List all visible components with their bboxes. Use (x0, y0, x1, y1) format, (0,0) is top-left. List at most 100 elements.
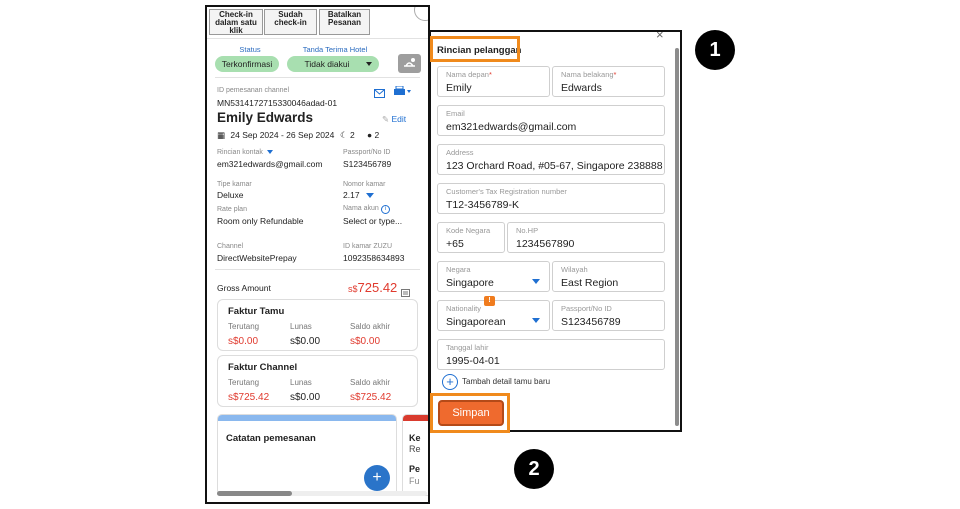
room-number-select[interactable]: 2.17 (343, 190, 374, 200)
rate-plan-value: Room only Refundable (217, 216, 304, 226)
passport-value: S123456789 (343, 159, 392, 169)
tax-registration-value: T12-3456789-K (446, 199, 519, 211)
phone-field[interactable]: No.HP 1234567890 (507, 222, 665, 253)
balance-label: Saldo akhir (350, 378, 391, 387)
contact-email: em321edwards@gmail.com (217, 159, 323, 169)
gross-amount-value: 725.42 (357, 280, 398, 295)
add-guest-icon[interactable]: + (442, 374, 458, 390)
address-field[interactable]: Address 123 Orchard Road, #05-67, Singap… (437, 144, 665, 175)
contact-label-text: Rincian kontak (217, 149, 263, 156)
title-highlight-box (430, 36, 520, 62)
channel-booking-id-label: ID pemesanan channel (217, 87, 289, 94)
channel-paid: s$0.00 (290, 392, 321, 403)
channel-balance: s$725.42 (350, 392, 392, 403)
paid-label: Lunas (290, 378, 312, 387)
passport-value: S123456789 (561, 316, 621, 328)
gross-amount-currency: s$ (348, 284, 358, 294)
horizontal-scrollbar[interactable] (217, 491, 427, 496)
country-code-label: Kode Negara (446, 226, 491, 235)
save-highlight-box (430, 393, 510, 433)
passport-field[interactable]: Passport/No ID S123456789 (552, 300, 665, 331)
guest-detail-form: Rincian pelanggan × Nama depan* Emily Na… (429, 30, 682, 432)
moon-icon: ☾ (340, 130, 348, 140)
booking-notes-card[interactable]: Catatan pemesanan + (217, 414, 397, 496)
email-icon[interactable] (374, 85, 385, 103)
country-code-value: +65 (446, 238, 464, 250)
country-value: Singapore (446, 277, 494, 289)
outstanding-label: Terutang (228, 322, 260, 331)
edit-link[interactable]: ✎ Edit (382, 114, 406, 125)
calendar-icon: ▦ (217, 130, 226, 140)
status-label: Status (239, 45, 261, 54)
person-icon: ● (367, 130, 373, 140)
close-icon[interactable]: × (656, 32, 664, 42)
channel-booking-id: MN5314172715330046adad-01 (217, 98, 338, 108)
pencil-icon: ✎ (382, 114, 390, 124)
partial-card-accent (403, 415, 428, 421)
print-icon[interactable] (394, 84, 412, 102)
channel-invoice-card: Faktur Channel Terutang Lunas Saldo akhi… (217, 355, 418, 407)
hotel-receipt-dropdown[interactable]: Tidak diakui (287, 56, 379, 72)
country-select[interactable]: Negara Singapore (437, 261, 550, 292)
zuzu-id-label: ID kamar ZUZU (343, 243, 392, 250)
partial-card[interactable]: Ke Re Pe Fu (402, 414, 428, 496)
email-field[interactable]: Email em321edwards@gmail.com (437, 105, 665, 136)
region-field[interactable]: Wilayah East Region (552, 261, 665, 292)
balance-label: Saldo akhir (350, 322, 391, 331)
booking-notes-title: Catatan pemesanan (226, 433, 316, 444)
edit-label: Edit (391, 114, 407, 124)
first-name-field[interactable]: Nama depan* Emily (437, 66, 550, 97)
rate-plan-label: Rate plan (217, 206, 247, 213)
room-type-label: Tipe kamar (217, 181, 252, 188)
caret-down-icon (365, 193, 374, 198)
country-code-field[interactable]: Kode Negara +65 (437, 222, 505, 253)
caret-down-icon (266, 150, 273, 154)
address-label: Address (446, 148, 474, 157)
partial-card-line: Ke (409, 433, 421, 443)
cancel-order-button[interactable]: Batalkan Pesanan (319, 9, 370, 35)
room-type-value: Deluxe (217, 190, 244, 200)
room-number-value: 2.17 (343, 190, 360, 200)
gross-amount: s$725.42 (348, 279, 397, 297)
zuzu-id-value: 1092358634893 (343, 253, 405, 263)
panel-close-circle[interactable] (414, 7, 428, 21)
last-name-value: Edwards (561, 82, 602, 94)
scrollbar-thumb[interactable] (217, 491, 292, 496)
add-guest-label[interactable]: Tambah detail tamu baru (462, 377, 550, 386)
first-name-value: Emily (446, 82, 472, 94)
add-note-button[interactable]: + (364, 465, 390, 491)
info-icon[interactable]: i (380, 205, 390, 214)
stay-dates-row: ▦ 24 Sep 2024 - 26 Sep 2024 (217, 130, 334, 141)
last-name-field[interactable]: Nama belakang* Edwards (552, 66, 665, 97)
region-value: East Region (561, 277, 619, 289)
address-value: 123 Orchard Road, #05-67, Singapore 2388… (446, 160, 663, 172)
partial-card-line: Re (409, 444, 421, 454)
channel-value: DirectWebsitePrepay (217, 253, 297, 263)
housekeeping-icon[interactable] (398, 54, 421, 73)
account-name-label-text: Nama akun (343, 205, 379, 212)
tax-registration-field[interactable]: Customer's Tax Registration number T12-3… (437, 183, 665, 214)
date-of-birth-value: 1995-04-01 (446, 355, 500, 367)
checked-in-button[interactable]: Sudah check-in (264, 9, 317, 35)
phone-label: No.HP (516, 226, 539, 235)
hotel-receipt-value: Tidak diakui (304, 59, 350, 69)
step-badge-1: 1 (695, 30, 735, 70)
booking-detail-panel: Check-in dalam satu klik Sudah check-in … (205, 5, 430, 504)
account-name-input[interactable]: Select or type... (343, 216, 402, 226)
date-of-birth-field[interactable]: Tanggal lahir 1995-04-01 (437, 339, 665, 370)
warning-icon: ! (484, 296, 495, 306)
country-label: Negara (446, 265, 471, 274)
status-pill: Terkonfirmasi (215, 56, 279, 72)
last-name-label: Nama belakang (561, 70, 614, 79)
checkin-one-click-button[interactable]: Check-in dalam satu klik (209, 9, 263, 35)
guest-invoice-title: Faktur Tamu (228, 306, 285, 317)
required-mark: * (613, 70, 617, 79)
vertical-scrollbar[interactable] (675, 48, 679, 426)
paid-label: Lunas (290, 322, 312, 331)
channel-outstanding: s$725.42 (228, 392, 270, 403)
partial-card-line: Fu (409, 476, 420, 486)
guest-name: Emily Edwards (217, 110, 314, 125)
passport-label: Passport/No ID (561, 304, 612, 313)
account-name-label: Nama akun i (343, 205, 390, 214)
contact-label[interactable]: Rincian kontak (217, 149, 273, 156)
